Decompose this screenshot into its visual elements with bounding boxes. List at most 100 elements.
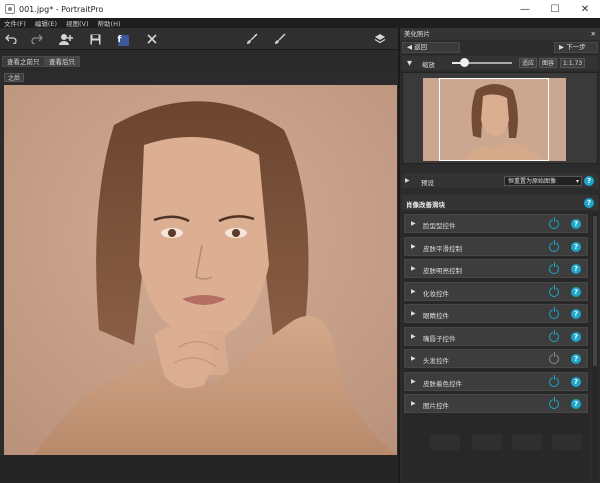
menu-edit[interactable]: 编辑(E)	[35, 18, 57, 28]
expand-arrow-icon[interactable]: ▶	[411, 288, 416, 295]
menu-view[interactable]: 视图(V)	[66, 18, 89, 28]
zoom-label: 缩放	[422, 61, 435, 69]
control-label: 眼睛控件	[423, 312, 449, 320]
control-label: 皮肤平滑控制	[423, 244, 462, 253]
back-button[interactable]: ◀ 返回	[402, 42, 460, 53]
control-row[interactable]: ▶ 嘴唇子控件?	[404, 326, 588, 346]
footer-button[interactable]	[472, 434, 502, 450]
layers-icon[interactable]	[372, 31, 388, 47]
navigator-thumbnail[interactable]	[423, 78, 566, 161]
zoom-slider-knob[interactable]	[460, 58, 469, 67]
help-icon[interactable]: ?	[571, 241, 581, 252]
power-icon[interactable]	[549, 307, 559, 319]
control-row[interactable]: ▶ 皮肤着色控件?	[404, 371, 588, 391]
redo-icon[interactable]	[29, 31, 45, 47]
zoom-row: ▼ 缩放 适应 图容 1:1.73	[402, 56, 598, 70]
save-icon[interactable]	[87, 31, 103, 47]
expand-arrow-icon[interactable]: ▶	[411, 400, 416, 407]
scrollbar-thumb[interactable]	[593, 216, 597, 366]
control-row[interactable]: ▶ 眼睛控件?	[404, 304, 588, 323]
minimize-button[interactable]: —	[510, 0, 540, 18]
expand-arrow-icon[interactable]: ▶	[411, 333, 416, 340]
control-row[interactable]: ▶ 头发控件?	[404, 349, 588, 368]
ratio-button[interactable]: 1:1.73	[560, 58, 586, 68]
menu-help[interactable]: 帮助(H)	[98, 18, 121, 28]
panel-close-button[interactable]: ✕	[591, 28, 596, 40]
zoom-slider[interactable]	[452, 58, 512, 67]
control-label: 嘴唇子控件	[423, 334, 456, 343]
help-icon[interactable]: ?	[571, 331, 581, 342]
help-icon[interactable]: ?	[571, 219, 581, 229]
expand-arrow-icon[interactable]: ▶	[411, 243, 416, 250]
footer-button[interactable]	[430, 434, 460, 450]
size-button[interactable]: 图容	[539, 58, 558, 68]
power-icon[interactable]	[549, 397, 559, 409]
tab-view-after[interactable]: 查看后只	[44, 56, 80, 67]
panel-header: 美化照片 ✕	[400, 28, 600, 40]
portrait-photo[interactable]	[4, 85, 397, 455]
expand-arrow-icon[interactable]: ▶	[411, 378, 416, 385]
navigator-box	[402, 72, 598, 164]
next-button[interactable]: ▶ 下一步	[554, 42, 598, 53]
footer-button[interactable]	[552, 434, 582, 450]
app-icon	[5, 4, 15, 14]
help-icon[interactable]: ?	[571, 376, 581, 387]
close-window-button[interactable]: ✕	[570, 0, 600, 18]
preset-select[interactable]: 恒重置为原始图像 ▾	[504, 176, 582, 186]
help-icon[interactable]: ?	[571, 354, 581, 364]
sliders-section-header: 肖像改善滑块 ?	[402, 195, 598, 210]
help-icon[interactable]: ?	[571, 309, 581, 319]
controls-scrollbar[interactable]	[592, 212, 598, 482]
power-icon[interactable]	[549, 217, 559, 229]
undo-icon[interactable]	[3, 31, 19, 47]
control-row[interactable]: ▶ 化妆控件?	[404, 281, 588, 301]
preset-bar: ▶ 预设 恒重置为原始图像 ▾ ?	[402, 173, 598, 188]
expand-arrow-icon[interactable]: ▶	[411, 310, 416, 317]
power-icon[interactable]	[549, 329, 559, 342]
window-title: 001.jpg* - PortraitPro	[19, 4, 104, 14]
control-label: 头发控件	[423, 357, 449, 365]
control-row[interactable]: ▶ 图片控件?	[404, 394, 588, 413]
expand-arrow-icon[interactable]: ▶	[411, 220, 416, 227]
preset-select-value: 恒重置为原始图像	[508, 178, 557, 185]
menu-bar: 文件(F) 编辑(E) 视图(V) 帮助(H)	[0, 18, 600, 28]
help-icon[interactable]: ?	[584, 198, 594, 208]
after-label: 之后	[4, 73, 25, 82]
power-icon[interactable]	[549, 284, 559, 297]
brush-erase-icon[interactable]	[272, 31, 288, 47]
panel-title: 美化照片	[404, 30, 430, 38]
help-icon[interactable]: ?	[571, 286, 581, 297]
expand-arrow-icon[interactable]: ▶	[411, 355, 416, 362]
right-panel: 美化照片 ✕ ◀ 返回 ▶ 下一步 ▼ 缩放 适应 图容 1:1.73 ▶ 预设	[400, 28, 600, 483]
control-row[interactable]: ▶ 皮肤平滑控制?	[404, 236, 588, 256]
add-person-icon[interactable]	[58, 31, 74, 47]
control-row[interactable]: ▶ 脸型型控件?	[404, 214, 588, 233]
fit-button[interactable]: 适应	[519, 58, 538, 68]
control-label: 脸型型控件	[423, 222, 456, 230]
control-label: 皮肤明亮控制	[423, 267, 462, 275]
status-strip	[0, 455, 398, 483]
help-icon[interactable]: ?	[571, 399, 581, 409]
expand-arrow-icon[interactable]: ▶	[411, 265, 416, 272]
collapse-arrow-icon[interactable]: ▼	[407, 59, 412, 67]
navigator-view-frame[interactable]	[439, 78, 549, 161]
power-icon[interactable]	[549, 352, 559, 364]
help-icon[interactable]: ?	[571, 264, 581, 274]
menu-file[interactable]: 文件(F)	[4, 18, 26, 28]
section-title: 肖像改善滑块	[406, 201, 445, 209]
facebook-icon[interactable]: f	[114, 31, 130, 47]
power-icon[interactable]	[549, 374, 559, 387]
help-icon[interactable]: ?	[584, 176, 594, 186]
chevron-down-icon: ▾	[575, 178, 579, 185]
tab-view-before[interactable]: 查看之前只	[2, 56, 45, 67]
maximize-button[interactable]: ☐	[540, 0, 570, 18]
close-icon[interactable]	[144, 31, 160, 47]
brush-icon[interactable]	[244, 31, 260, 47]
preset-label: 预设	[421, 179, 434, 187]
footer-button[interactable]	[512, 434, 542, 450]
preset-expand-icon[interactable]: ▶	[405, 177, 410, 184]
control-row[interactable]: ▶ 皮肤明亮控制?	[404, 259, 588, 278]
control-label: 化妆控件	[423, 289, 449, 298]
power-icon[interactable]	[549, 239, 559, 252]
power-icon[interactable]	[549, 262, 559, 274]
